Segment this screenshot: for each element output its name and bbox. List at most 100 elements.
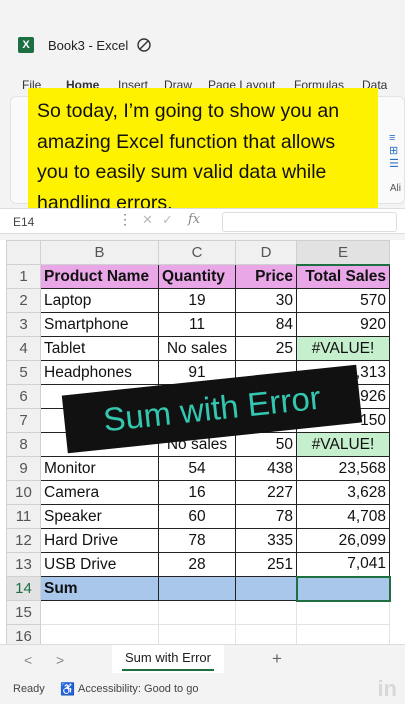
spreadsheet-grid[interactable]: B C D E 1 Product Name Quantity Price To…: [0, 240, 405, 644]
sheet-prev-icon[interactable]: <: [24, 652, 32, 668]
cell-product[interactable]: Smartphone: [40, 312, 159, 337]
header-cell-product-name[interactable]: Product Name: [40, 264, 159, 289]
watermark-logo: in: [377, 676, 397, 701]
row-header[interactable]: 4: [6, 336, 41, 361]
cell-price[interactable]: 84: [235, 312, 297, 337]
formula-bar: E14 ⋮ ✕ ✓ fx: [0, 208, 405, 234]
empty-cell[interactable]: [158, 624, 236, 644]
cell-product[interactable]: Monitor: [40, 456, 159, 481]
cell-product[interactable]: USB Drive: [40, 552, 159, 577]
cell-quantity[interactable]: 28: [158, 552, 236, 577]
cell-total[interactable]: 920: [296, 312, 390, 337]
cell-product[interactable]: Speaker: [40, 504, 159, 529]
row-header[interactable]: 14: [6, 576, 41, 601]
sheet-next-icon[interactable]: >: [56, 652, 64, 668]
row-header[interactable]: 13: [6, 552, 41, 577]
name-box[interactable]: E14: [10, 212, 110, 232]
active-tab-indicator: [122, 669, 214, 671]
bottom-strip: [0, 704, 405, 720]
cell-quantity[interactable]: 60: [158, 504, 236, 529]
cell-quantity[interactable]: 54: [158, 456, 236, 481]
row-header[interactable]: 3: [6, 312, 41, 337]
row-header[interactable]: 8: [6, 432, 41, 457]
cell-price[interactable]: 78: [235, 504, 297, 529]
sum-price-cell[interactable]: [235, 576, 297, 601]
formula-bar-separator: ⋮: [118, 211, 132, 227]
row-header[interactable]: 2: [6, 288, 41, 313]
cell-total[interactable]: 23,568: [296, 456, 390, 481]
select-all-corner[interactable]: [6, 240, 41, 265]
empty-cell[interactable]: [296, 600, 390, 625]
excel-logo-icon: X: [18, 37, 34, 53]
cell-price[interactable]: 25: [235, 336, 297, 361]
cell-price[interactable]: 30: [235, 288, 297, 313]
cell-total[interactable]: 570: [296, 288, 390, 313]
cell-total[interactable]: 26,099: [296, 528, 390, 553]
column-header-c[interactable]: C: [158, 240, 236, 265]
cell-total[interactable]: 7,041: [296, 552, 390, 577]
cell-total[interactable]: 4,708: [296, 504, 390, 529]
cell-price[interactable]: 438: [235, 456, 297, 481]
sum-total-cell-selected[interactable]: [295, 575, 391, 602]
sum-label-cell[interactable]: Sum: [40, 576, 159, 601]
row-header[interactable]: 16: [6, 624, 41, 644]
insert-function-icon[interactable]: fx: [188, 212, 200, 227]
autosave-icon[interactable]: [136, 37, 152, 53]
cell-product[interactable]: Headphones: [40, 360, 159, 385]
row-header[interactable]: 11: [6, 504, 41, 529]
empty-cell[interactable]: [235, 624, 297, 644]
sheet-tab-bar: < > Sum with Error +: [0, 644, 405, 674]
column-header-d[interactable]: D: [235, 240, 297, 265]
row-header[interactable]: 9: [6, 456, 41, 481]
table-row: 10 Camera 16 227 3,628: [6, 480, 390, 505]
row-header[interactable]: 5: [6, 360, 41, 385]
empty-cell[interactable]: [158, 600, 236, 625]
cell-price[interactable]: 50: [235, 432, 297, 457]
cell-price[interactable]: 227: [235, 480, 297, 505]
header-cell-price[interactable]: Price: [235, 264, 297, 289]
ribbon-group-icon[interactable]: ≡ ⊞ ☰: [389, 132, 403, 182]
cell-total[interactable]: 3,628: [296, 480, 390, 505]
cell-price[interactable]: 251: [235, 552, 297, 577]
cell-quantity[interactable]: 78: [158, 528, 236, 553]
empty-cell[interactable]: [235, 600, 297, 625]
title-bar: X Book3 - Excel: [0, 0, 405, 72]
cell-quantity[interactable]: No sales: [158, 336, 236, 361]
table-row: 12 Hard Drive 78 335 26,099: [6, 528, 390, 553]
column-header-e[interactable]: E: [296, 240, 390, 266]
cell-total-error[interactable]: #VALUE!: [296, 432, 390, 457]
header-cell-quantity[interactable]: Quantity: [158, 264, 236, 289]
row-header[interactable]: 7: [6, 408, 41, 433]
sum-quantity-cell[interactable]: [158, 576, 236, 601]
cell-quantity[interactable]: 11: [158, 312, 236, 337]
table-row: 3 Smartphone 11 84 920: [6, 312, 390, 337]
ribbon-right-label: Ali: [389, 183, 401, 194]
accessibility-status[interactable]: Accessibility: Good to go: [78, 683, 198, 695]
row-header[interactable]: 1: [6, 264, 41, 289]
cell-product[interactable]: Laptop: [40, 288, 159, 313]
row-header[interactable]: 10: [6, 480, 41, 505]
empty-cell[interactable]: [296, 624, 390, 644]
row-header[interactable]: 15: [6, 600, 41, 625]
empty-cell[interactable]: [40, 600, 159, 625]
cancel-icon[interactable]: ✕: [142, 212, 153, 228]
cell-product[interactable]: Camera: [40, 480, 159, 505]
table-row: 2 Laptop 19 30 570: [6, 288, 390, 313]
cell-quantity[interactable]: 19: [158, 288, 236, 313]
cell-product[interactable]: Hard Drive: [40, 528, 159, 553]
add-sheet-icon[interactable]: +: [272, 649, 282, 669]
empty-cell[interactable]: [40, 624, 159, 644]
row-header[interactable]: 12: [6, 528, 41, 553]
column-header-row: B C D E: [6, 240, 390, 266]
cell-quantity[interactable]: 16: [158, 480, 236, 505]
table-row: 13 USB Drive 28 251 7,041: [6, 552, 390, 577]
cell-price[interactable]: 335: [235, 528, 297, 553]
enter-icon[interactable]: ✓: [162, 212, 173, 228]
header-cell-total-sales[interactable]: Total Sales: [296, 264, 390, 289]
formula-input[interactable]: [222, 212, 397, 232]
accessibility-icon[interactable]: ♿: [60, 682, 75, 696]
column-header-b[interactable]: B: [40, 240, 159, 265]
cell-total-error[interactable]: #VALUE!: [296, 336, 390, 361]
cell-product[interactable]: Tablet: [40, 336, 159, 361]
row-header[interactable]: 6: [6, 384, 41, 409]
